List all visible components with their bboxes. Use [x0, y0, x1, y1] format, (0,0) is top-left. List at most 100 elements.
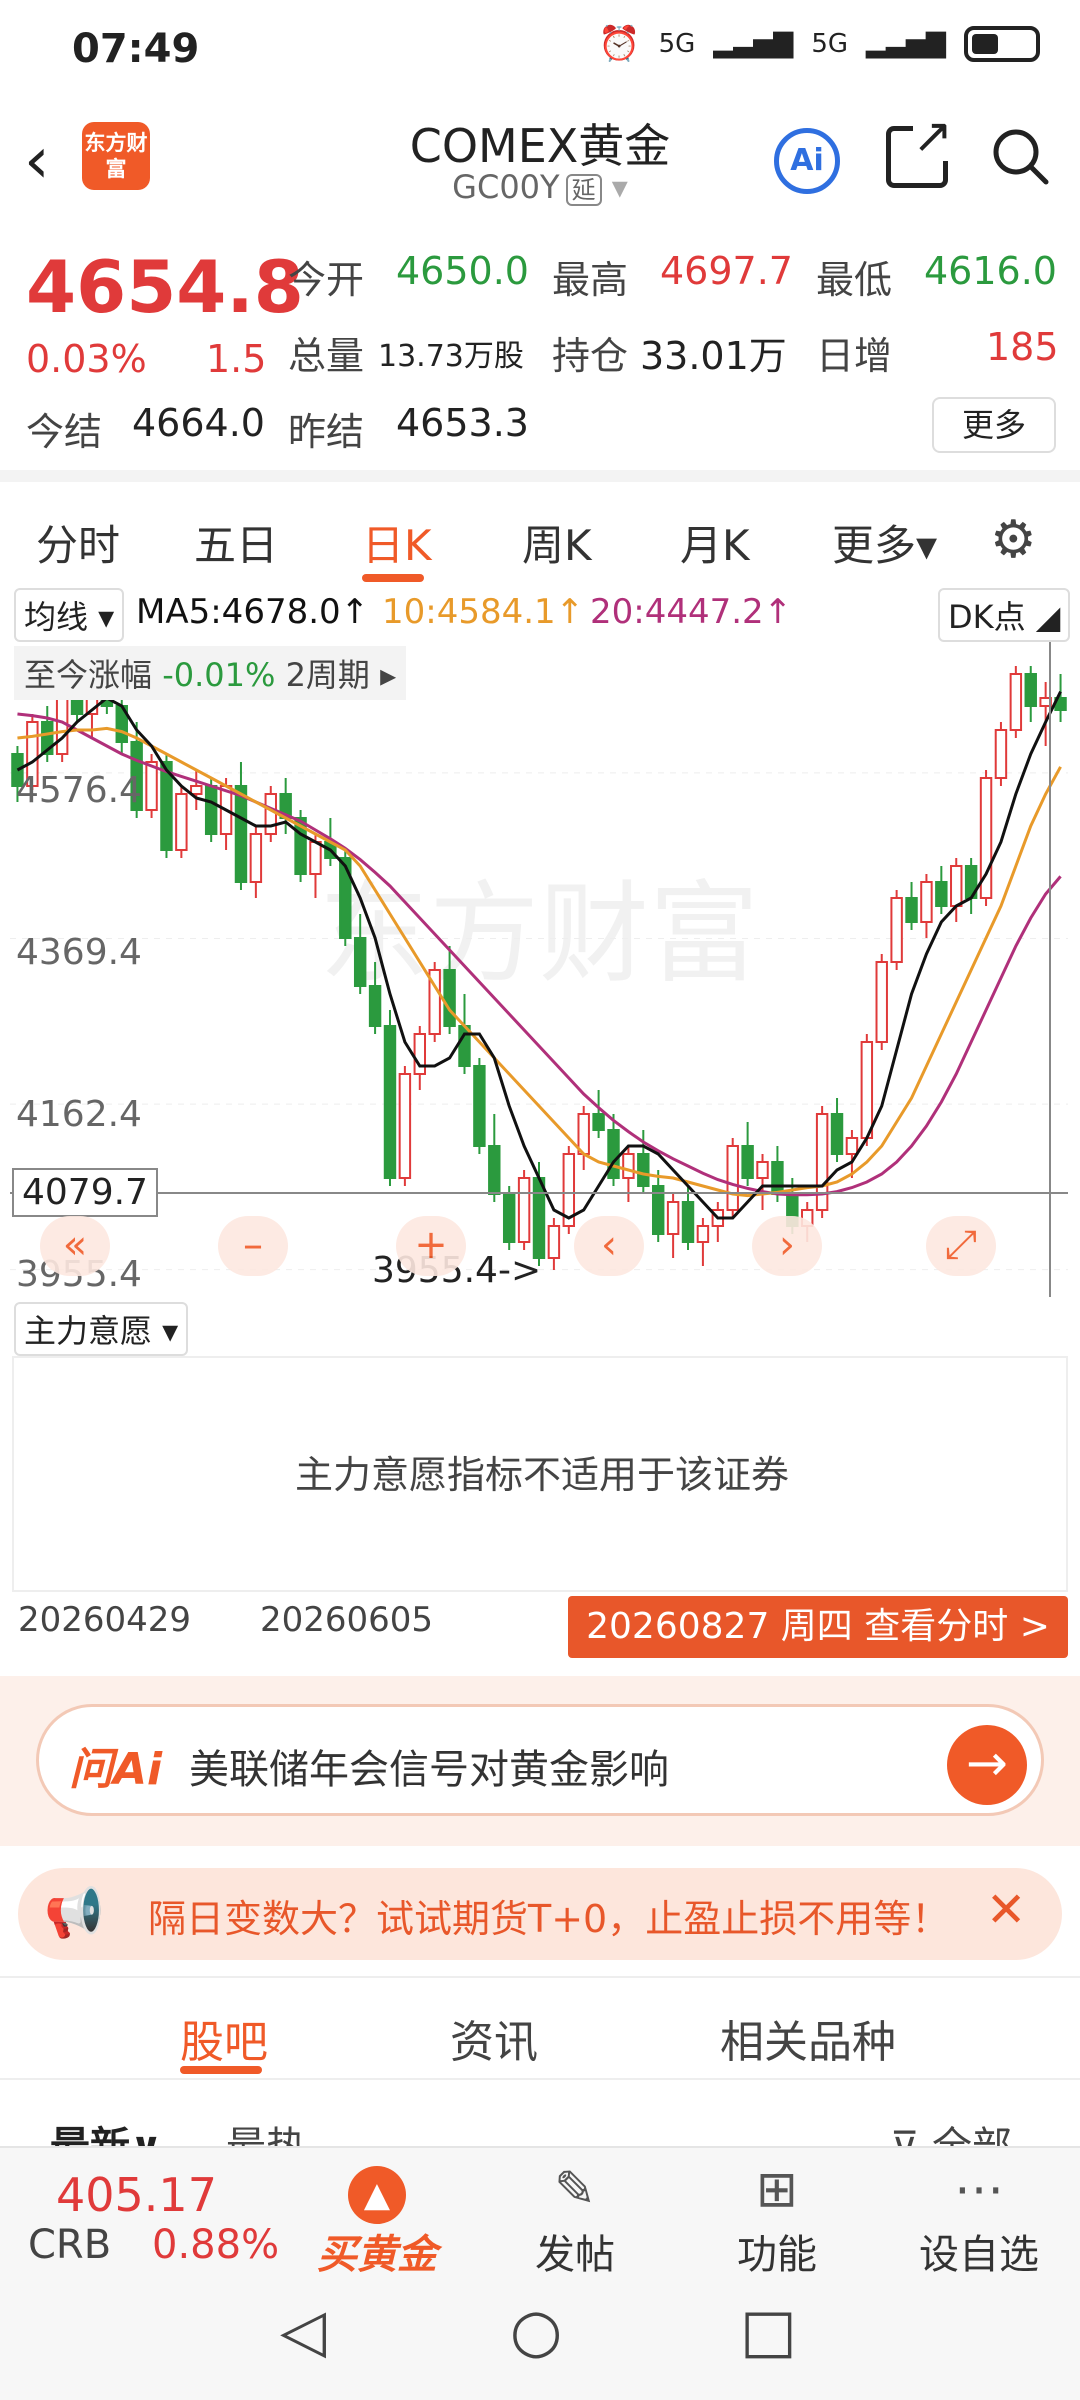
tab-intraday[interactable]: 分时: [36, 512, 120, 573]
candle-body: [666, 1201, 680, 1235]
candle-body: [830, 1113, 844, 1155]
alarm-icon: ⏰: [598, 24, 641, 64]
ai-icon[interactable]: Ai: [774, 128, 840, 194]
recents-square-icon[interactable]: □: [740, 2296, 797, 2366]
tab-more[interactable]: 更多▾: [832, 512, 937, 573]
back-triangle-icon[interactable]: ◁: [280, 2296, 326, 2366]
indicator-selector[interactable]: 主力意愿 ▾: [14, 1302, 189, 1356]
active-section-indicator: [180, 2066, 262, 2074]
candle-body: [532, 1177, 546, 1259]
functions-button[interactable]: ⊞ 功能: [702, 2160, 852, 2280]
crb-value[interactable]: 405.17: [56, 2168, 217, 2222]
candle-body: [681, 1201, 695, 1243]
candle-body: [994, 729, 1008, 779]
candle-body: [905, 897, 918, 923]
filter-hot[interactable]: 最热: [226, 2114, 306, 2146]
ai-question-box[interactable]: 问Ai 美联储年会信号对黄金影响 →: [36, 1704, 1044, 1816]
candle-body: [190, 785, 203, 795]
range-change-box[interactable]: 至今涨幅 -0.01% 2周期 ▸: [14, 646, 407, 700]
oi-label: 持仓: [552, 334, 629, 378]
prev-settle-label: 昨结: [288, 410, 365, 454]
share-icon[interactable]: [886, 111, 953, 188]
arrow-right-icon[interactable]: →: [947, 1725, 1027, 1805]
header: ‹ 东方财富 COMEX黄金 GC00Y 延 ▾ Ai: [0, 100, 1080, 220]
tab-news[interactable]: 资讯: [450, 2006, 538, 2070]
section-tabs: 股吧 资讯 相关品种: [0, 1976, 1080, 2080]
daily-inc-value: 185: [986, 325, 1059, 369]
tab-monthly-k[interactable]: 月K: [680, 512, 750, 573]
megaphone-icon: 📢: [44, 1885, 104, 1941]
functions-label: 功能: [737, 2232, 817, 2278]
quote-panel: 4654.8 0.03% 1.5 今开 4650.0 最高 4697.7 最低 …: [0, 225, 1080, 465]
candle-body: [473, 1065, 486, 1147]
code-text: GC00Y: [452, 168, 560, 206]
crb-percent[interactable]: 0.88%: [152, 2222, 279, 2268]
candle-body: [368, 985, 382, 1027]
open-label: 今开: [288, 258, 365, 302]
ma-selector[interactable]: 均线 ▾: [14, 588, 125, 642]
bottom-bar: 405.17 CRB 0.88% ▲ 买黄金 ✎ 发帖 ⊞ 功能 ⋯ 设自选: [0, 2146, 1080, 2278]
more-dots-icon: ⋯: [954, 2160, 1004, 2218]
candle-body: [353, 937, 367, 987]
step-left-button[interactable]: ‹: [574, 1216, 644, 1276]
filter-latest[interactable]: 最新∨: [50, 2114, 162, 2146]
tab-daily-k[interactable]: 日K: [362, 512, 432, 573]
indicator-panel: 主力意愿指标不适用于该证券: [12, 1356, 1068, 1592]
change-amount: 1.5: [206, 337, 267, 381]
ai-label: 问Ai: [69, 1744, 163, 1795]
indicator-message: 主力意愿指标不适用于该证券: [294, 1453, 789, 1497]
candle-body: [488, 1145, 501, 1195]
candle-body: [935, 881, 948, 907]
candle-body: [845, 1137, 859, 1155]
gear-icon[interactable]: ⚙: [990, 510, 1037, 570]
dk-point-button[interactable]: DK点 ◢: [938, 588, 1071, 642]
candle-body: [502, 1193, 516, 1243]
status-time: 07:49: [72, 26, 200, 72]
view-intraday-button[interactable]: 20260827 周四 查看分时 >: [568, 1596, 1068, 1658]
zoom-out-button[interactable]: –: [218, 1216, 288, 1276]
candlestick-chart[interactable]: 东方财富: [10, 642, 1068, 1297]
close-icon[interactable]: ✕: [986, 1882, 1026, 1938]
candle-body: [741, 1145, 754, 1179]
last-price: 4654.8: [26, 245, 304, 329]
more-button[interactable]: 更多: [932, 397, 1056, 453]
candle-body: [637, 1153, 650, 1187]
candle-body: [950, 865, 963, 907]
home-circle-icon[interactable]: ○: [510, 2296, 562, 2366]
promo-text: 隔日变数大？试试期货T+0，止盈止损不用等！: [148, 1897, 950, 1941]
step-right-button[interactable]: ›: [752, 1216, 822, 1276]
buy-gold-button[interactable]: ▲ 买黄金: [302, 2160, 452, 2280]
status-icons: ⏰ 5G ▂▃▅▇ 5G ▂▃▅▇: [598, 24, 1040, 64]
crosshair-price-label: 4079.7: [12, 1168, 158, 1217]
tab-weekly-k[interactable]: 周K: [522, 512, 592, 573]
candle-body: [175, 793, 188, 851]
zoom-in-button[interactable]: +: [396, 1216, 466, 1276]
tab-five-day[interactable]: 五日: [194, 512, 278, 573]
promo-banner[interactable]: 📢 隔日变数大？试试期货T+0，止盈止损不用等！ ✕: [18, 1868, 1062, 1960]
filter-all[interactable]: ⊽ 全部: [890, 2114, 1012, 2146]
delay-tag: 延: [565, 174, 602, 206]
candle-body: [920, 881, 933, 923]
signal-icon-2: 5G: [811, 29, 849, 59]
candle-body: [339, 857, 352, 939]
candle-body: [204, 785, 218, 835]
search-icon[interactable]: [990, 126, 1050, 186]
y-tick-label: 4162.4: [16, 1094, 142, 1135]
fullscreen-button[interactable]: ⤢: [926, 1216, 996, 1276]
volume-value: 13.73万股: [378, 339, 524, 374]
candle-body: [309, 841, 322, 875]
post-button[interactable]: ✎ 发帖: [500, 2160, 650, 2280]
prev-settle-value: 4653.3: [396, 401, 529, 445]
ai-ask-bar: 问Ai 美联储年会信号对黄金影响 →: [0, 1676, 1080, 1846]
tab-related[interactable]: 相关品种: [720, 2006, 896, 2070]
ai-prompt: 美联储年会信号对黄金影响: [189, 1747, 669, 1793]
scroll-left-far-button[interactable]: «: [40, 1216, 110, 1276]
x-date-label: 20260605: [260, 1600, 434, 1640]
signal-icon: 5G: [658, 29, 696, 59]
ma20-label: 20:4447.2↑: [590, 592, 793, 632]
crb-name[interactable]: CRB: [28, 2222, 111, 2268]
x-date-label: 20260429: [18, 1600, 192, 1640]
add-watchlist-button[interactable]: ⋯ 设自选: [904, 2160, 1054, 2280]
candle-body: [383, 1025, 397, 1179]
tab-forum[interactable]: 股吧: [180, 2006, 268, 2070]
